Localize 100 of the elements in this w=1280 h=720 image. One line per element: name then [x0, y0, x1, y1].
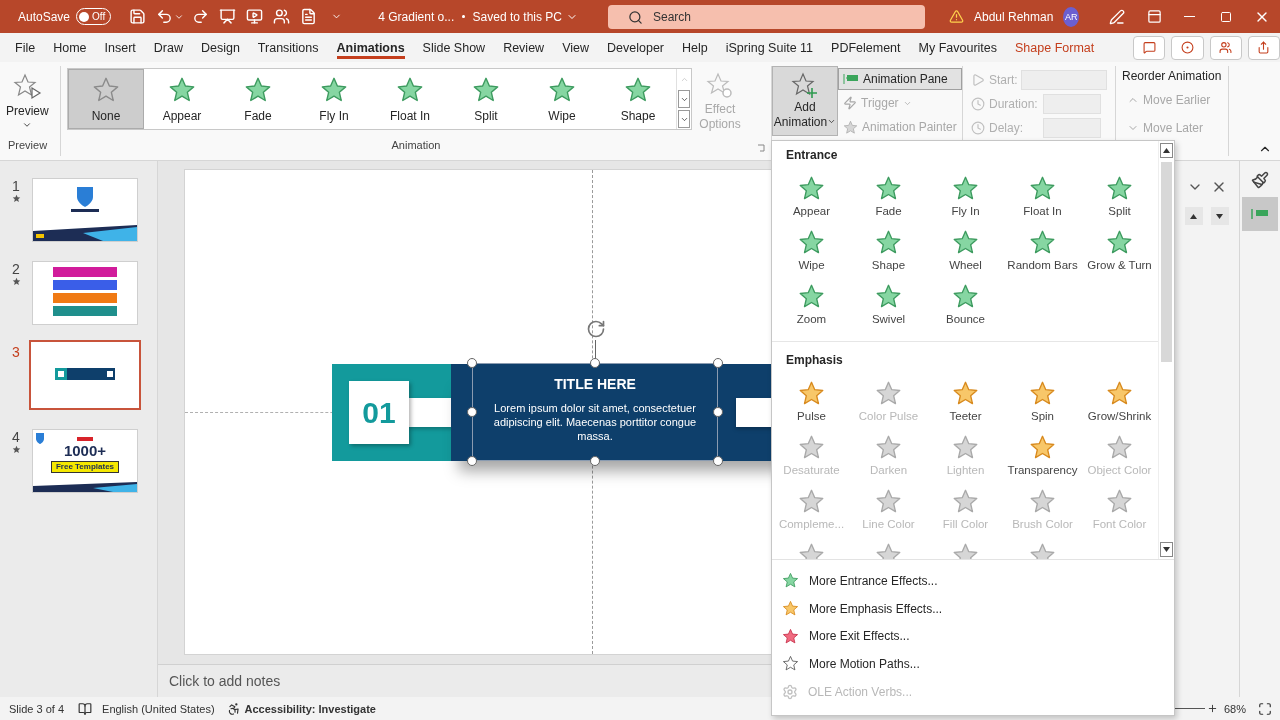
effect-option[interactable]: Transparency	[1004, 428, 1081, 482]
resize-handle[interactable]	[467, 358, 477, 368]
resize-handle[interactable]	[713, 456, 723, 466]
undo-icon[interactable]	[156, 8, 174, 25]
more-button[interactable]	[678, 110, 690, 128]
present-button[interactable]	[1209, 35, 1242, 60]
effect-option[interactable]: Grow/Shrink	[1081, 374, 1158, 428]
animation-option[interactable]: Appear	[144, 69, 220, 129]
effect-option[interactable]: Pulse	[773, 374, 850, 428]
animation-option[interactable]: Fade	[220, 69, 296, 129]
effect-option[interactable]: Appear	[773, 169, 850, 223]
ribbon-tab[interactable]: File	[6, 33, 45, 62]
search-field[interactable]: Search	[608, 4, 925, 29]
animation-option[interactable]: None	[68, 69, 144, 129]
move-down-button[interactable]	[1210, 207, 1229, 225]
effect-label: Pulse	[797, 410, 826, 422]
star-icon	[798, 283, 825, 310]
fit-slide-icon[interactable]	[1258, 701, 1272, 716]
notes-icon[interactable]	[78, 701, 93, 716]
resize-handle[interactable]	[590, 358, 600, 368]
save-icon[interactable]	[129, 8, 147, 25]
star-icon	[168, 75, 196, 104]
people-icon[interactable]	[273, 8, 291, 25]
star-icon	[1106, 175, 1133, 202]
preview-button[interactable]: Preview	[6, 66, 49, 139]
ribbon-tab[interactable]: Home	[44, 33, 96, 62]
ribbon-tab[interactable]: Design	[191, 33, 249, 62]
ribbon-tab[interactable]: My Favourites	[909, 33, 1007, 62]
animation-option[interactable]: Float In	[372, 69, 448, 129]
record-button[interactable]	[1171, 35, 1204, 60]
share-button[interactable]	[1247, 35, 1280, 60]
comments-button[interactable]	[1133, 35, 1166, 60]
effect-option[interactable]: Spin	[1004, 374, 1081, 428]
language[interactable]: English (United States)	[102, 702, 215, 715]
effect-option[interactable]: Teeter	[927, 374, 1004, 428]
scrollbar-thumb[interactable]	[1161, 162, 1172, 362]
presentation-icon[interactable]	[219, 8, 237, 25]
brush-icon[interactable]	[1251, 171, 1269, 189]
add-animation-button[interactable]: Add Animation	[772, 66, 838, 136]
effect-option[interactable]: Swivel	[850, 277, 927, 331]
menu-item[interactable]: More Entrance Effects...	[772, 567, 1174, 595]
zoom-in-icon[interactable]	[1206, 703, 1218, 714]
animation-option[interactable]: Shape	[600, 69, 676, 129]
ribbon-tab[interactable]: Draw	[144, 33, 192, 62]
ribbon-tab[interactable]: Developer	[598, 33, 673, 62]
ribbon-command[interactable]: Animation Pane	[838, 68, 962, 90]
accessibility-status[interactable]: Accessibility: Investigate	[244, 702, 376, 715]
effect-label: Grow/Shrink	[1087, 410, 1152, 422]
scroll-down-button[interactable]	[1160, 542, 1173, 557]
effect-label: Fill Color	[942, 518, 989, 530]
zoom-level[interactable]: 68%	[1223, 702, 1246, 715]
resize-handle[interactable]	[467, 456, 477, 466]
effect-option[interactable]: Bounce	[927, 277, 1004, 331]
effect-option[interactable]: Split	[1081, 169, 1158, 223]
effect-option[interactable]: Fly In	[927, 169, 1004, 223]
resize-handle[interactable]	[467, 407, 477, 417]
animation-option[interactable]: Fly In	[296, 69, 372, 129]
ribbon-tab[interactable]: Slide Show	[413, 33, 495, 62]
effect-option[interactable]: Fade	[850, 169, 927, 223]
move-up-button[interactable]	[1184, 207, 1203, 225]
save-status[interactable]: Saved to this PC	[472, 9, 562, 24]
document-icon[interactable]	[300, 8, 318, 25]
effect-option[interactable]: Wheel	[927, 223, 1004, 277]
menu-item[interactable]: More Exit Effects...	[772, 622, 1174, 651]
effect-option[interactable]: Grow & Turn	[1081, 223, 1158, 277]
ribbon-tab[interactable]: View	[553, 33, 598, 62]
star-icon	[952, 434, 979, 461]
accessibility-icon[interactable]	[226, 701, 241, 716]
user-avatar[interactable]: AR	[1063, 6, 1080, 27]
monitor-icon[interactable]	[246, 8, 264, 25]
ribbon-tab[interactable]: Shape Format	[1006, 33, 1104, 62]
scroll-up-button[interactable]	[1160, 143, 1173, 158]
effect-option[interactable]: Float In	[1004, 169, 1081, 223]
ribbon-tab[interactable]: iSpring Suite 11	[716, 33, 823, 62]
animation-option[interactable]: Wipe	[524, 69, 600, 129]
star-icon	[396, 75, 424, 104]
ribbon-tab[interactable]: Transitions	[248, 33, 328, 62]
effect-option[interactable]: Shape	[850, 223, 927, 277]
ribbon-tab[interactable]: Insert	[95, 33, 145, 62]
slide-thumbnail[interactable]: 1000+ Free Templates	[32, 429, 138, 493]
caret-icon	[22, 120, 33, 130]
ribbon-tab[interactable]: PDFelement	[822, 33, 910, 62]
effect-option[interactable]: Zoom	[773, 277, 850, 331]
pen-icon[interactable]	[1109, 8, 1126, 25]
redo-icon[interactable]	[192, 8, 210, 25]
resize-handle[interactable]	[590, 456, 600, 466]
ribbon-tab[interactable]: Help	[673, 33, 717, 62]
menu-item[interactable]: More Emphasis Effects...	[772, 594, 1174, 623]
slide-thumbnail-drawing	[55, 368, 115, 380]
slide-thumbnail[interactable]	[29, 340, 141, 410]
resize-handle[interactable]	[713, 358, 723, 368]
animation-option[interactable]: Split	[448, 69, 524, 129]
rotate-handle-icon[interactable]	[586, 319, 606, 339]
effect-label: Swivel	[871, 313, 906, 325]
ribbon-tab[interactable]: Review	[494, 33, 554, 62]
effect-option[interactable]: Wipe	[773, 223, 850, 277]
effect-option[interactable]: Random Bars	[1004, 223, 1081, 277]
warning-icon[interactable]	[949, 9, 964, 24]
user-name[interactable]: Abdul Rehman	[974, 9, 1054, 24]
resize-handle[interactable]	[713, 407, 723, 417]
